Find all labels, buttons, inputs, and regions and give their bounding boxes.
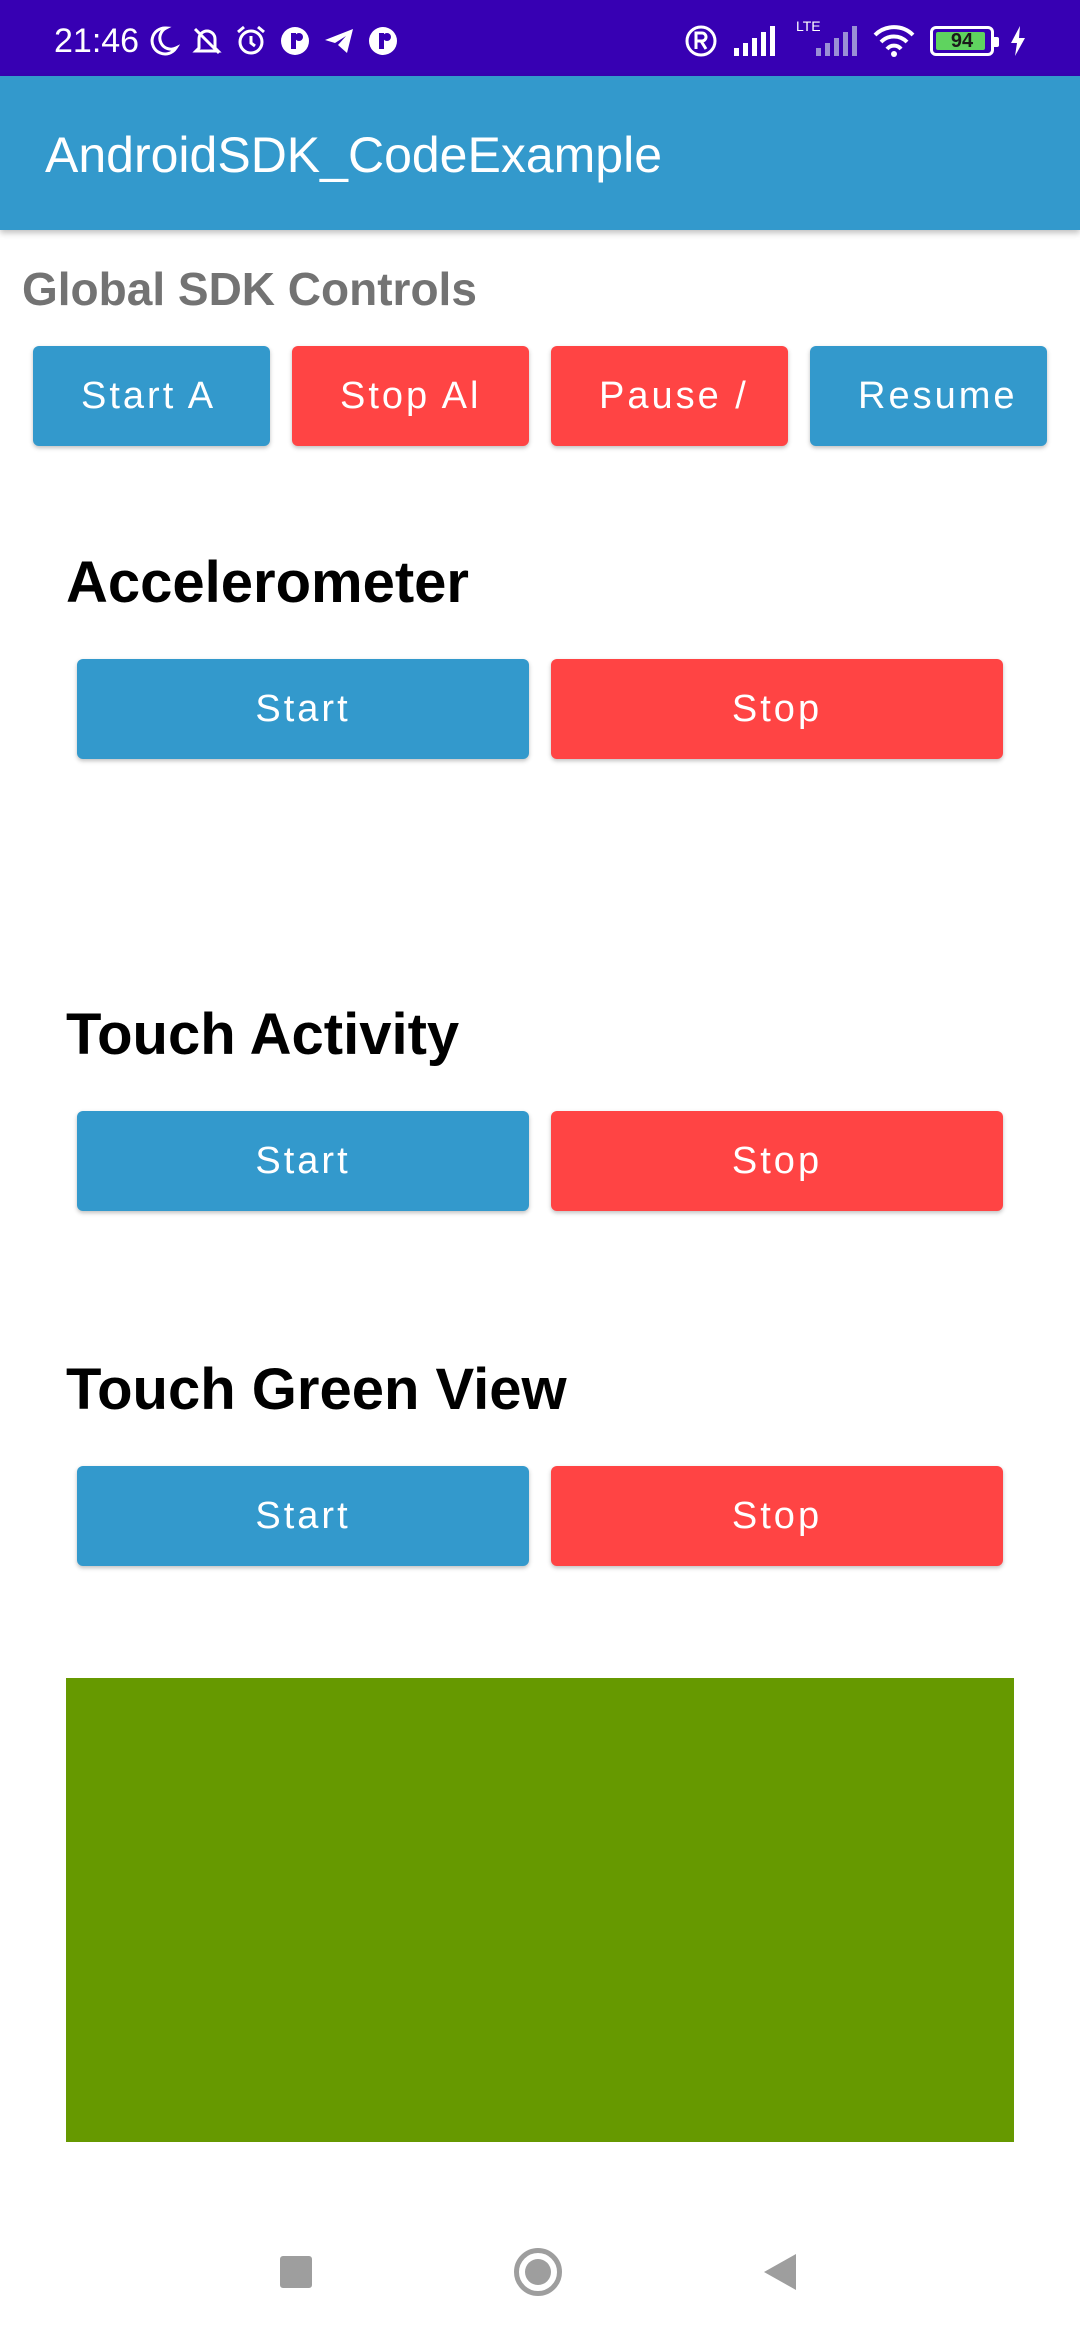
battery-level: 94 <box>950 30 974 52</box>
pause-all-button[interactable]: Pause / <box>551 346 788 446</box>
signal-icon <box>732 24 780 58</box>
charging-icon <box>1008 24 1028 58</box>
alarm-icon <box>234 24 268 58</box>
green-touch-view[interactable] <box>66 1678 1014 2142</box>
global-controls-title: Global SDK Controls <box>22 263 477 315</box>
touch-activity-stop-button[interactable]: Stop <box>551 1111 1003 1211</box>
accelerometer-stop-button[interactable]: Stop <box>551 659 1003 759</box>
registered-icon <box>684 24 718 58</box>
app-bar: AndroidSDK_CodeExample <box>0 76 1080 230</box>
telegram-icon <box>322 24 356 58</box>
wifi-icon <box>872 24 916 58</box>
status-bar: 21:46 LTE 94 <box>0 0 1080 76</box>
touch-activity-start-button[interactable]: Start <box>77 1111 529 1211</box>
moon-icon <box>146 24 180 58</box>
touch-green-view-stop-button[interactable]: Stop <box>551 1466 1003 1566</box>
status-time: 21:46 <box>54 22 140 60</box>
navigation-bar <box>0 2220 1080 2340</box>
lte-signal-icon: LTE <box>794 18 858 58</box>
start-all-button[interactable]: Start A <box>33 346 270 446</box>
touch-green-view-title: Touch Green View <box>66 1357 567 1422</box>
status-right-icons: LTE 94 <box>684 18 1028 60</box>
app-notification-icon <box>278 24 312 58</box>
global-controls-row: Start A Stop Al Pause / Resume <box>0 346 1080 446</box>
app-notification-icon <box>366 24 400 58</box>
home-icon-inner <box>525 2259 551 2285</box>
back-icon[interactable] <box>764 2254 796 2290</box>
resume-all-button[interactable]: Resume <box>810 346 1047 446</box>
app-title: AndroidSDK_CodeExample <box>45 127 663 183</box>
bell-off-icon <box>190 24 224 58</box>
battery-tip <box>994 37 999 47</box>
touch-green-view-start-button[interactable]: Start <box>77 1466 529 1566</box>
accelerometer-start-button[interactable]: Start <box>77 659 529 759</box>
recents-icon[interactable] <box>280 2256 312 2288</box>
stop-all-button[interactable]: Stop Al <box>292 346 529 446</box>
home-icon[interactable] <box>514 2248 562 2296</box>
lte-label: LTE <box>796 18 821 34</box>
accelerometer-title: Accelerometer <box>66 550 469 615</box>
battery-icon: 94 <box>930 26 999 56</box>
touch-activity-title: Touch Activity <box>66 1002 460 1067</box>
status-left-icons <box>146 24 400 58</box>
